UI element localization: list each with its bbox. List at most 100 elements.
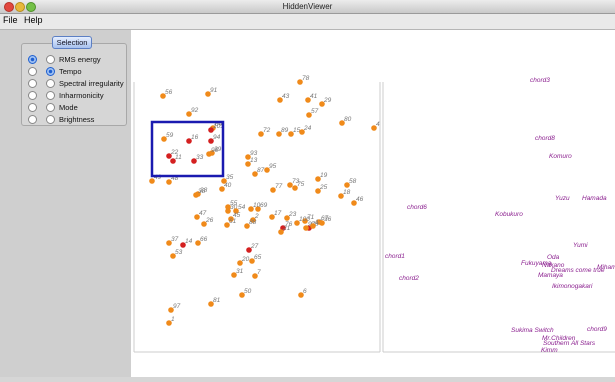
- artist-label: Ikimonogakari: [552, 283, 593, 290]
- data-point-label: 75: [297, 181, 305, 188]
- data-point-label: 1: [171, 316, 175, 323]
- selection-option-label: Tempo: [59, 67, 82, 76]
- radio-left[interactable]: [28, 54, 37, 64]
- data-point-label: 59: [166, 132, 174, 139]
- data-point-label: 66: [200, 236, 208, 243]
- selection-option[interactable]: Inharmonicity: [28, 90, 104, 101]
- radio-left[interactable]: [28, 114, 37, 124]
- radio-left[interactable]: [28, 102, 37, 112]
- data-point-label: 80: [344, 116, 352, 123]
- artist-label: Komuro: [549, 153, 572, 160]
- selection-option-label: Brightness: [59, 115, 95, 124]
- selection-button[interactable]: Selection: [52, 36, 92, 49]
- data-point-label: 61: [229, 218, 237, 225]
- artist-label: Mihama: [597, 264, 615, 271]
- data-point-label: 97: [173, 303, 181, 310]
- radio-right[interactable]: [46, 78, 55, 88]
- data-point-label: 87: [257, 167, 265, 174]
- data-point-label: 57: [311, 108, 319, 115]
- data-point-label: 38: [198, 188, 206, 195]
- radio-left[interactable]: [28, 90, 37, 100]
- radio-left[interactable]: [28, 66, 37, 76]
- data-point-label: 43: [282, 93, 290, 100]
- data-point-label: 53: [175, 249, 183, 256]
- data-point-label: 72: [263, 127, 271, 134]
- data-point-label: 69: [260, 202, 268, 209]
- data-point-label: 92: [191, 107, 199, 114]
- data-point-label: 78: [302, 75, 310, 82]
- data-point-label: 94: [213, 134, 221, 141]
- data-point-label: 81: [213, 297, 221, 304]
- artist-label: Hamada: [582, 195, 607, 202]
- radio-right[interactable]: [46, 54, 55, 64]
- data-point-label: 31: [236, 268, 244, 275]
- plot-canvas[interactable]: 78 43 41 29 91 56 92 57 80 4 64 101 94 59 16 72 89 15 24 39…: [131, 30, 615, 377]
- selection-option[interactable]: Tempo: [28, 66, 82, 77]
- artist-label: Kobukuro: [495, 211, 523, 218]
- radio-right[interactable]: [46, 90, 55, 100]
- data-point-label: 18: [343, 189, 351, 196]
- data-point-label: 26: [205, 217, 214, 224]
- data-point-label: 13: [250, 157, 258, 164]
- selection-option[interactable]: Mode: [28, 102, 78, 113]
- data-point-label: 10: [253, 202, 261, 209]
- radio-right[interactable]: [46, 102, 55, 112]
- data-point-label: 88: [249, 219, 257, 226]
- data-point-label: 89: [281, 127, 289, 134]
- data-point-label: 77: [275, 183, 283, 190]
- artist-label: Yuzu: [555, 195, 570, 202]
- data-point-label: 33: [196, 154, 204, 161]
- radio-right[interactable]: [46, 66, 55, 76]
- data-point-label: 20: [241, 256, 250, 263]
- radio-left[interactable]: [28, 78, 37, 88]
- data-point-label: 96: [211, 147, 219, 154]
- menu-file[interactable]: File: [3, 15, 18, 25]
- data-point-label: 29: [323, 97, 332, 104]
- selection-option[interactable]: RMS energy: [28, 54, 101, 65]
- artist-label: Sukima Switch: [511, 327, 554, 334]
- radio-right[interactable]: [46, 114, 55, 124]
- data-point-label: 7: [257, 269, 261, 276]
- artist-label: chord2: [399, 275, 419, 282]
- selection-option-label: Mode: [59, 103, 78, 112]
- data-point-label: 11: [175, 154, 182, 161]
- selection-option[interactable]: Brightness: [28, 114, 94, 125]
- data-point-label: 6: [303, 288, 307, 295]
- data-point-label: 91: [210, 87, 218, 94]
- artist-label: Kimm: [541, 347, 558, 354]
- data-point-label: 50: [244, 288, 252, 295]
- artist-label: chord6: [407, 204, 427, 211]
- data-point-label: 21: [282, 225, 291, 232]
- data-point-label: 93: [250, 150, 258, 157]
- data-point-label: 19: [320, 172, 328, 179]
- data-point-label: 54: [238, 204, 246, 211]
- data-point-label: 25: [319, 184, 328, 191]
- selection-option-label: Inharmonicity: [59, 91, 104, 100]
- data-point-label: 24: [303, 125, 312, 132]
- artist-label: Southern All Stars: [543, 340, 596, 347]
- data-point-label: 23: [288, 211, 297, 218]
- data-point-label: 56: [165, 89, 173, 96]
- artist-label: chord8: [535, 135, 555, 142]
- menu-help[interactable]: Help: [24, 15, 43, 25]
- data-point-label: 17: [274, 210, 282, 217]
- artist-label: chord3: [530, 77, 550, 84]
- data-point-label: 95: [269, 163, 277, 170]
- selection-option-label: Spectral irregularity: [59, 79, 124, 88]
- data-point-label: 16: [191, 134, 199, 141]
- scatter-plots[interactable]: 7843 4129915692 57804641019459 1672 89 15 2439…: [131, 30, 615, 377]
- selection-option[interactable]: Spectral irregularity: [28, 78, 124, 89]
- data-point-label: 14: [185, 238, 193, 245]
- window-title: HiddenViewer: [282, 2, 333, 11]
- menu-bar: File Help: [0, 14, 615, 30]
- selection-option-label: RMS energy: [59, 55, 101, 64]
- data-point-label: 4: [376, 121, 380, 128]
- artist-label: Fukuyama: [521, 260, 552, 267]
- data-point-label: 65: [254, 254, 262, 261]
- data-point-label: 46: [356, 196, 364, 203]
- data-point-label: 40: [224, 182, 232, 189]
- data-point-label: 36: [324, 216, 332, 223]
- data-point-label: 35: [226, 174, 234, 181]
- data-point-label: 47: [199, 210, 207, 217]
- artist-label: chord9: [587, 326, 607, 333]
